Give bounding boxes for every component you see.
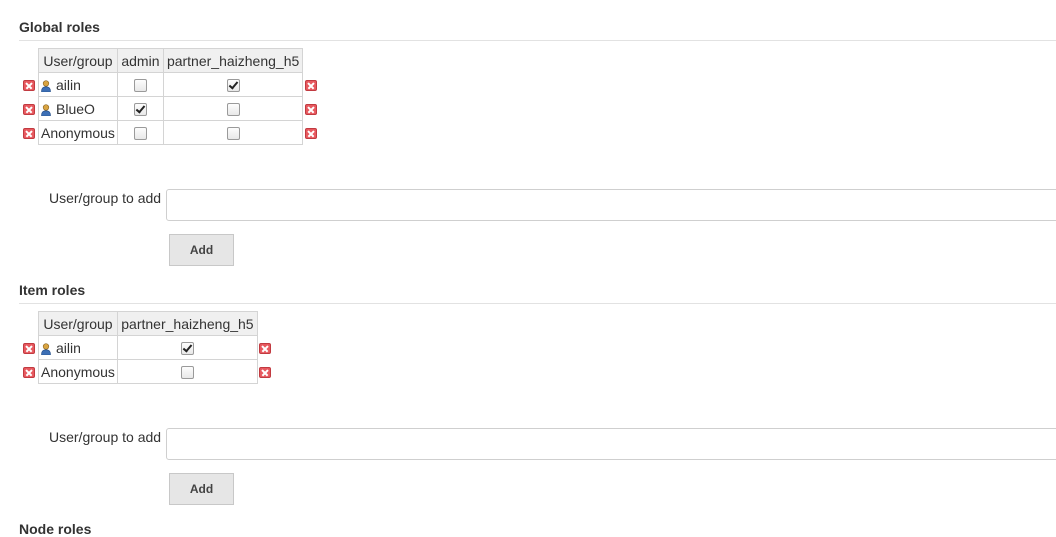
row-name-cell: ailin bbox=[38, 72, 118, 97]
partner-cell bbox=[116, 359, 258, 384]
delete-row-right-icon[interactable] bbox=[259, 367, 271, 378]
row-name-label: ailin bbox=[56, 339, 81, 356]
user-icon bbox=[41, 342, 51, 355]
delete-row-left-icon[interactable] bbox=[23, 80, 35, 91]
table-row: Anonymous bbox=[38, 359, 258, 384]
row-name-cell: Anonymous bbox=[38, 120, 118, 145]
admin-cell bbox=[116, 96, 164, 121]
partner-checkbox[interactable] bbox=[226, 79, 240, 93]
item-roles-table: User/group partner_haizheng_h5 ailin Ano… bbox=[38, 311, 258, 384]
table-header-row: User/group admin partner_haizheng_h5 bbox=[38, 48, 304, 73]
delete-row-left-icon[interactable] bbox=[23, 104, 35, 115]
item-add-button[interactable]: Add bbox=[169, 473, 234, 505]
column-header-partner: partner_haizheng_h5 bbox=[162, 48, 304, 73]
partner-cell bbox=[162, 120, 304, 145]
table-row: ailin bbox=[38, 335, 258, 360]
item-add-label: User/group to add bbox=[49, 429, 162, 445]
global-add-label: User/group to add bbox=[49, 190, 162, 206]
column-header-admin: admin bbox=[116, 48, 164, 73]
global-roles-title: Global roles bbox=[19, 19, 100, 35]
global-add-button[interactable]: Add bbox=[169, 234, 234, 266]
row-name-label: BlueO bbox=[56, 100, 95, 117]
user-icon bbox=[41, 79, 51, 92]
admin-checkbox[interactable] bbox=[133, 79, 147, 93]
delete-row-right-icon[interactable] bbox=[305, 104, 317, 115]
item-roles-title: Item roles bbox=[19, 282, 86, 298]
global-roles-divider bbox=[19, 40, 1056, 41]
global-roles-table: User/group admin partner_haizheng_h5 ail… bbox=[38, 48, 304, 145]
node-roles-title: Node roles bbox=[19, 521, 92, 537]
table-row: Anonymous bbox=[38, 120, 304, 145]
partner-checkbox[interactable] bbox=[226, 127, 240, 141]
delete-row-left-icon[interactable] bbox=[23, 367, 35, 378]
column-header-user-group: User/group bbox=[38, 48, 118, 73]
row-name-label: ailin bbox=[56, 76, 81, 93]
partner-cell bbox=[116, 335, 258, 360]
row-name-label: Anonymous bbox=[41, 363, 115, 380]
delete-row-left-icon[interactable] bbox=[23, 343, 35, 354]
column-header-partner: partner_haizheng_h5 bbox=[116, 311, 258, 336]
table-row: ailin bbox=[38, 72, 304, 97]
row-name-cell: BlueO bbox=[38, 96, 118, 121]
table-row: BlueO bbox=[38, 96, 304, 121]
user-icon bbox=[41, 103, 51, 116]
admin-checkbox[interactable] bbox=[133, 103, 147, 117]
table-header-row: User/group partner_haizheng_h5 bbox=[38, 311, 258, 336]
row-name-cell: ailin bbox=[38, 335, 118, 360]
partner-checkbox[interactable] bbox=[180, 342, 194, 356]
partner-cell bbox=[162, 72, 304, 97]
partner-checkbox[interactable] bbox=[226, 103, 240, 117]
admin-cell bbox=[116, 120, 164, 145]
item-roles-divider bbox=[19, 303, 1056, 304]
partner-checkbox[interactable] bbox=[180, 366, 194, 380]
delete-row-right-icon[interactable] bbox=[305, 128, 317, 139]
item-user-group-input[interactable] bbox=[166, 428, 1056, 460]
row-name-cell: Anonymous bbox=[38, 359, 118, 384]
delete-row-left-icon[interactable] bbox=[23, 128, 35, 139]
partner-cell bbox=[162, 96, 304, 121]
column-header-user-group: User/group bbox=[38, 311, 118, 336]
admin-checkbox[interactable] bbox=[133, 127, 147, 141]
delete-row-right-icon[interactable] bbox=[259, 343, 271, 354]
global-user-group-input[interactable] bbox=[166, 189, 1056, 221]
admin-cell bbox=[116, 72, 164, 97]
delete-row-right-icon[interactable] bbox=[305, 80, 317, 91]
row-name-label: Anonymous bbox=[41, 124, 115, 141]
